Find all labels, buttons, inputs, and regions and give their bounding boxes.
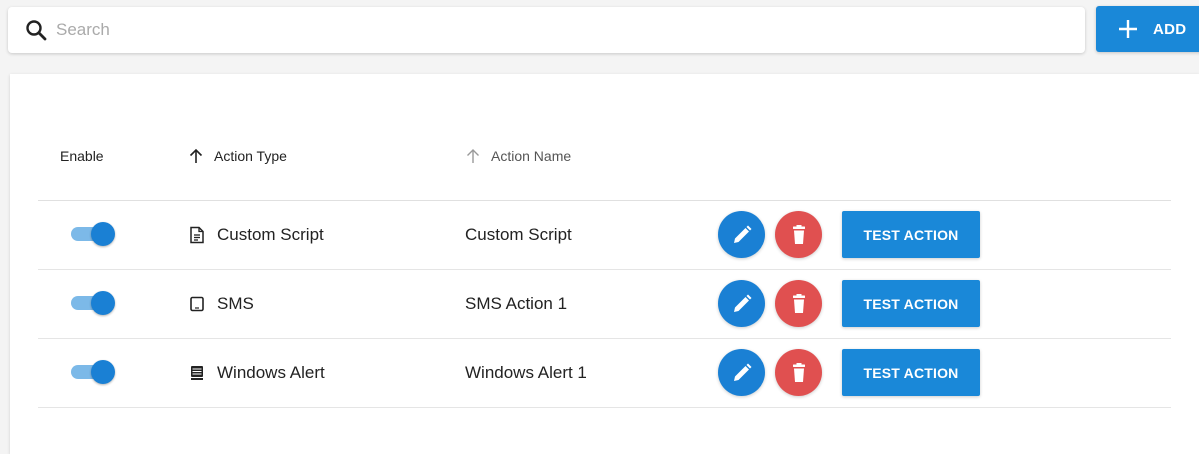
edit-button[interactable] — [718, 349, 765, 396]
sort-arrow-up-icon — [189, 148, 203, 163]
toggle-thumb — [91, 360, 115, 384]
column-header-label: Action Name — [491, 148, 572, 164]
search-icon — [26, 20, 47, 41]
action-name-cell: SMS Action 1 — [465, 269, 567, 338]
table-header: Enable Action Type Action Name — [38, 124, 1171, 201]
add-button[interactable]: ADD — [1096, 6, 1199, 52]
column-header-action-name[interactable]: Action Name — [465, 148, 571, 164]
edit-button[interactable] — [718, 280, 765, 327]
test-action-button[interactable]: TEST ACTION — [842, 211, 980, 258]
column-header-enable: Enable — [60, 148, 104, 164]
add-button-label: ADD — [1153, 20, 1187, 38]
test-action-button[interactable]: TEST ACTION — [842, 280, 980, 327]
pencil-icon — [733, 363, 751, 381]
delete-button[interactable] — [775, 211, 822, 258]
toggle-thumb — [91, 222, 115, 246]
pencil-icon — [733, 225, 751, 243]
toggle-thumb — [91, 291, 115, 315]
action-type-cell: Custom Script — [188, 200, 324, 269]
pencil-icon — [733, 294, 751, 312]
enable-toggle[interactable] — [71, 222, 115, 246]
trash-icon — [792, 293, 805, 313]
script-document-icon — [190, 226, 204, 243]
column-header-action-type[interactable]: Action Type — [188, 148, 287, 164]
enable-toggle[interactable] — [71, 291, 115, 315]
delete-button[interactable] — [775, 349, 822, 396]
action-type-cell: SMS — [188, 269, 254, 338]
enable-toggle[interactable] — [71, 360, 115, 384]
action-type-cell: Windows Alert — [188, 338, 325, 407]
action-name-cell: Windows Alert 1 — [465, 338, 587, 407]
toolbar: ADD — [0, 0, 1199, 60]
plus-icon — [1119, 20, 1137, 38]
action-type-label: Custom Script — [217, 224, 324, 244]
phone-icon — [190, 296, 204, 311]
column-header-label: Enable — [60, 148, 104, 164]
sort-arrow-up-icon — [467, 149, 479, 163]
trash-icon — [792, 362, 805, 382]
column-header-label: Action Type — [214, 148, 287, 164]
edit-button[interactable] — [718, 211, 765, 258]
delete-button[interactable] — [775, 280, 822, 327]
action-type-label: Windows Alert — [217, 362, 325, 382]
search-input[interactable] — [54, 19, 1038, 41]
table-row: Windows Alert Windows Alert 1 TEST ACTIO… — [38, 338, 1171, 408]
trash-icon — [792, 224, 805, 244]
search-box[interactable] — [8, 7, 1085, 53]
action-type-label: SMS — [217, 293, 254, 313]
table-row: Custom Script Custom Script TEST ACTION — [38, 200, 1171, 270]
test-action-button[interactable]: TEST ACTION — [842, 349, 980, 396]
action-name-label: SMS Action 1 — [465, 293, 568, 313]
alert-list-icon — [191, 365, 203, 380]
action-name-label: Custom Script — [465, 224, 572, 244]
action-name-cell: Custom Script — [465, 200, 572, 269]
table-row: SMS SMS Action 1 TEST ACTION — [38, 269, 1171, 339]
action-name-label: Windows Alert 1 — [465, 362, 587, 382]
